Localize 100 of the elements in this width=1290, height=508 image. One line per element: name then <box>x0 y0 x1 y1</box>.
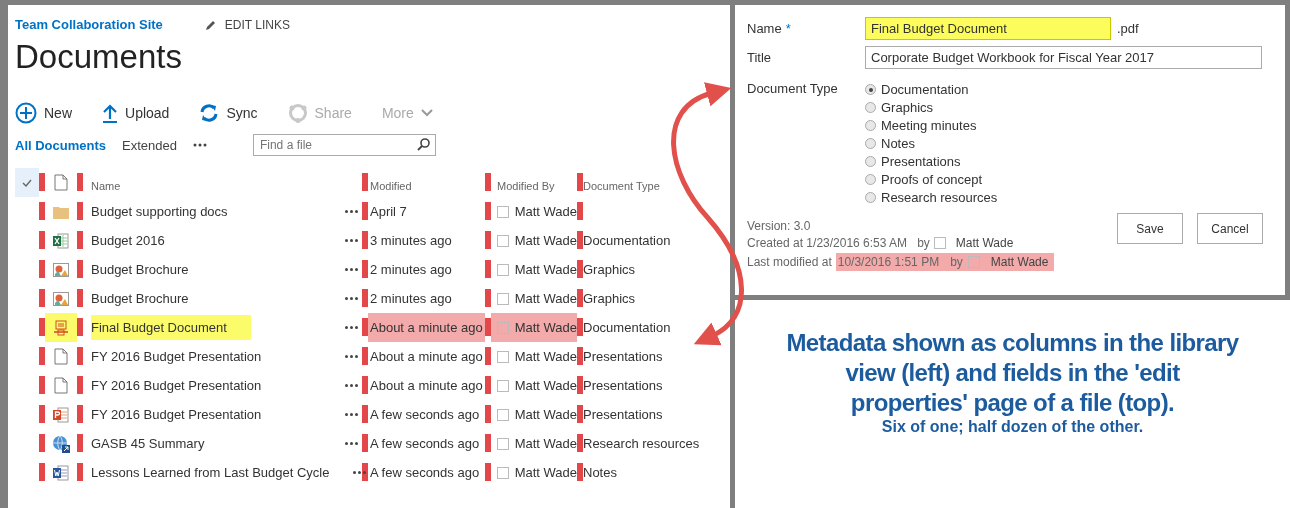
table-cell: Research resources <box>583 436 700 451</box>
table-cell: April 7 <box>370 204 407 219</box>
table-cell: A few seconds ago <box>370 436 480 451</box>
file-name-link[interactable]: Budget supporting docs <box>91 199 252 224</box>
radio-button[interactable] <box>865 120 876 131</box>
user-link[interactable]: Matt Wade <box>514 465 577 480</box>
ellipsis-icon[interactable] <box>192 143 207 147</box>
site-title-link[interactable]: Team Collaboration Site <box>15 17 163 32</box>
file-icon <box>54 174 68 191</box>
user-link[interactable]: Matt Wade <box>514 349 577 364</box>
version-text: Version: 3.0 <box>747 219 812 233</box>
modified-text: Last modified at <box>747 255 832 269</box>
user-link[interactable]: Matt Wade <box>990 255 1049 269</box>
caption-subline: Six of one; half dozen of the other. <box>881 418 1144 436</box>
command-button[interactable]: New <box>15 102 72 124</box>
user-link[interactable]: Matt Wade <box>514 407 577 422</box>
file-name-link[interactable]: Final Budget Document <box>91 315 251 340</box>
column-header[interactable]: Modified <box>370 179 412 192</box>
table-cell: 3 minutes ago <box>370 233 452 248</box>
title-field[interactable]: Corporate Budget Workbook for Fiscal Year 2017 <box>865 46 1262 69</box>
pdf-icon <box>53 319 69 336</box>
table-cell: Graphics <box>583 262 636 277</box>
column-header[interactable]: Document Type <box>583 179 660 192</box>
radio-label[interactable]: Meeting minutes <box>881 118 977 133</box>
file-name-link[interactable]: Lessons Learned from Last Budget Cycle <box>91 460 354 485</box>
ellipsis-icon[interactable] <box>345 268 358 271</box>
user-link[interactable]: Matt Wade <box>514 291 577 306</box>
user-link[interactable]: Matt Wade <box>514 378 577 393</box>
table-cell: Presentations <box>583 378 663 393</box>
radio-label[interactable]: Presentations <box>881 154 961 169</box>
table-cell: About a minute ago <box>370 349 483 364</box>
ellipsis-icon[interactable] <box>345 326 358 329</box>
web-link-icon <box>52 434 70 453</box>
radio-label[interactable]: Proofs of concept <box>881 172 983 187</box>
file-name-link[interactable]: Budget Brochure <box>91 286 213 311</box>
file-icon <box>54 377 68 394</box>
folder-icon <box>53 204 69 219</box>
file-icon <box>54 348 68 365</box>
radio-button[interactable] <box>865 174 876 185</box>
form-button[interactable]: Save <box>1117 213 1183 244</box>
ellipsis-icon[interactable] <box>345 297 358 300</box>
user-link[interactable]: Matt Wade <box>514 262 577 277</box>
column-header[interactable]: Modified By <box>497 179 555 192</box>
presentation-icon <box>53 406 69 423</box>
view-tab[interactable]: Extended <box>122 137 177 153</box>
by-text: by <box>917 236 930 250</box>
table-cell: Graphics <box>583 291 636 306</box>
form-button[interactable]: Cancel <box>1197 213 1263 244</box>
table-cell: About a minute ago <box>370 320 483 335</box>
caption-headline: Metadata shown as columns in the library view (left) and fields in the 'edit properties' page of a file (top). <box>785 328 1240 418</box>
radio-label[interactable]: Research resources <box>881 190 998 205</box>
presence-icon <box>967 256 980 268</box>
user-link[interactable]: Matt Wade <box>514 233 577 248</box>
field-label: Document Type <box>747 81 838 96</box>
file-name-link[interactable]: Budget 2016 <box>91 228 189 253</box>
presence-icon <box>497 321 509 334</box>
file-name-link[interactable]: Budget Brochure <box>91 257 213 282</box>
spreadsheet-icon <box>53 232 69 249</box>
sync-icon <box>199 103 220 123</box>
presence-icon <box>497 234 509 247</box>
radio-button[interactable] <box>865 102 876 113</box>
ellipsis-icon[interactable] <box>353 471 367 474</box>
presence-icon <box>497 350 509 363</box>
presence-icon <box>497 292 509 305</box>
ellipsis-icon[interactable] <box>345 210 358 213</box>
command-button[interactable]: Sync <box>199 103 258 123</box>
ellipsis-icon[interactable] <box>345 413 358 416</box>
radio-label[interactable]: Graphics <box>881 100 934 115</box>
radio-button[interactable] <box>865 138 876 149</box>
view-tab[interactable]: All Documents <box>15 137 106 153</box>
file-extension: .pdf <box>1117 21 1139 36</box>
radio-button[interactable] <box>865 84 876 95</box>
ellipsis-icon[interactable] <box>345 355 358 358</box>
modified-date: 10/3/2016 1:51 PM <box>837 255 940 269</box>
file-name-link[interactable]: GASB 45 Summary <box>91 431 229 456</box>
radio-button[interactable] <box>865 156 876 167</box>
ellipsis-icon[interactable] <box>345 384 358 387</box>
file-name-link[interactable]: FY 2016 Budget Presentation <box>91 344 286 369</box>
image-file-icon <box>53 262 69 277</box>
word-document-icon <box>53 464 69 481</box>
ellipsis-icon[interactable] <box>345 442 358 445</box>
table-cell: Presentations <box>583 349 663 364</box>
presence-icon <box>497 205 509 218</box>
radio-label[interactable]: Documentation <box>881 82 969 97</box>
radio-label[interactable]: Notes <box>881 136 915 151</box>
name-field[interactable]: Final Budget Document <box>865 17 1111 40</box>
file-name-link[interactable]: FY 2016 Budget Presentation <box>91 402 286 427</box>
user-link[interactable]: Matt Wade <box>514 436 577 451</box>
column-header[interactable]: Name <box>91 179 121 192</box>
edit-links-link[interactable]: EDIT LINKS <box>224 17 290 32</box>
user-link[interactable]: Matt Wade <box>955 236 1014 250</box>
search-field[interactable]: Find a file <box>252 134 436 156</box>
file-name-link[interactable]: FY 2016 Budget Presentation <box>91 373 286 398</box>
checkmark-icon[interactable] <box>22 178 32 187</box>
presence-icon <box>497 466 509 479</box>
radio-button[interactable] <box>865 192 876 203</box>
ellipsis-icon[interactable] <box>345 239 358 242</box>
command-button[interactable]: Upload <box>102 103 170 123</box>
table-cell: A few seconds ago <box>370 465 480 480</box>
user-link[interactable]: Matt Wade <box>514 204 577 219</box>
